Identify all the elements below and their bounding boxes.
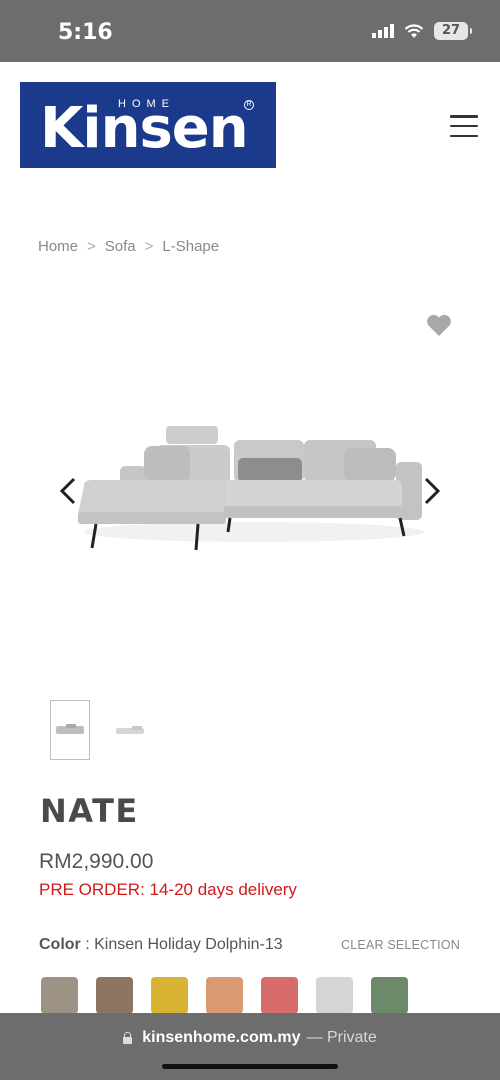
logo-home: HOME [118,98,175,110]
breadcrumb-separator: > [87,238,96,255]
color-swatch[interactable] [151,977,188,1014]
heart-icon[interactable] [426,313,452,337]
color-swatch[interactable] [41,977,78,1014]
color-label: Color [39,936,81,953]
color-value: Kinsen Holiday Dolphin-13 [94,936,283,953]
wifi-icon [404,23,424,38]
kinsen-home-logo[interactable]: Kinsen HOME R [20,82,276,168]
product-name: NATE [40,792,139,830]
breadcrumb: Home > Sofa > L-Shape [38,238,219,255]
color-swatch[interactable] [96,977,133,1014]
url-row[interactable]: kinsenhome.com.my — Private [0,1029,500,1047]
breadcrumb-l-shape[interactable]: L-Shape [162,238,219,255]
lock-icon [123,1032,133,1044]
hamburger-menu-icon[interactable] [450,115,478,137]
status-bar: 5:16 27 [0,0,500,62]
color-label-row: Color : Kinsen Holiday Dolphin-13 [39,936,283,953]
private-mode-label: — Private [306,1029,377,1046]
url-domain[interactable]: kinsenhome.com.my [142,1029,300,1047]
signal-icon [372,24,394,38]
preorder-notice: PRE ORDER: 14-20 days delivery [39,880,297,899]
browser-address-bar[interactable]: kinsenhome.com.my — Private [0,1013,500,1080]
color-swatch[interactable] [261,977,298,1014]
breadcrumb-separator: > [144,238,154,255]
color-selector: Color : Kinsen Holiday Dolphin-13 CLEAR … [39,936,464,958]
color-swatch[interactable] [206,977,243,1014]
home-indicator[interactable] [162,1064,338,1069]
status-time: 5:16 [58,20,113,45]
registered-mark: R [244,100,254,110]
battery-icon: 27 [434,22,472,40]
product-price: RM2,990.00 [39,850,154,873]
product-main-image[interactable] [74,420,426,560]
color-swatches [41,977,408,1014]
color-swatch[interactable] [316,977,353,1014]
color-swatch[interactable] [371,977,408,1014]
breadcrumb-sofa[interactable]: Sofa [105,238,136,255]
thumbnail-2[interactable] [110,700,150,760]
breadcrumb-home[interactable]: Home [38,238,78,255]
clear-selection-button[interactable]: CLEAR SELECTION [341,938,460,952]
thumbnail-1[interactable] [50,700,90,760]
status-icons: 27 [372,22,472,40]
thumbnail-strip [50,700,150,760]
